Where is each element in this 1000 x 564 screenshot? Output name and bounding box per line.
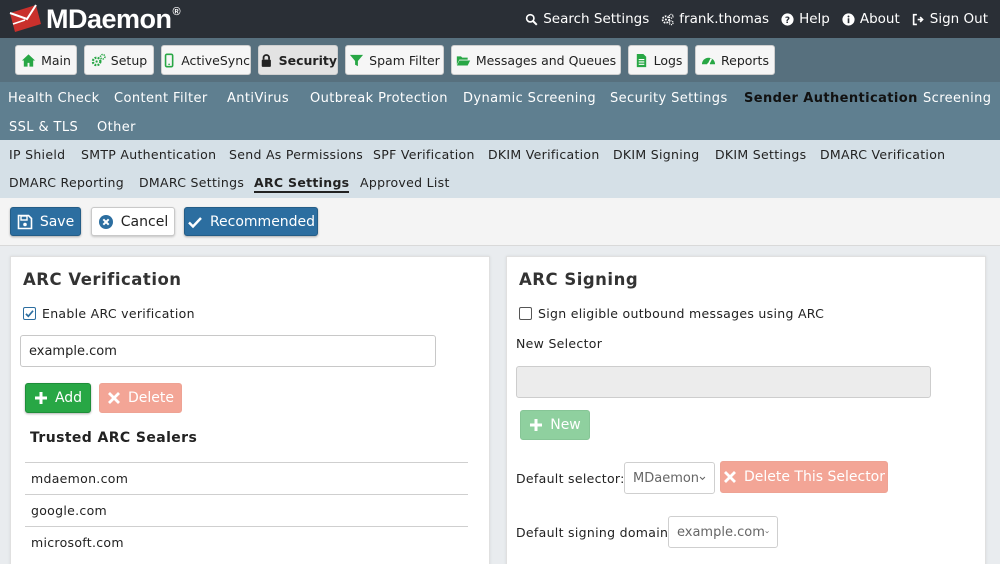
sender-auth-nav: IP Shield SMTP Authentication Send As Pe… <box>0 140 1000 198</box>
tab-dmarc-reporting[interactable]: DMARC Reporting <box>9 175 124 190</box>
recommended-button[interactable]: Recommended <box>184 207 318 236</box>
sign-out-link[interactable]: Sign Out <box>912 11 988 27</box>
new-selector-label: New Selector <box>516 336 603 351</box>
toolbar: Save Cancel Recommended <box>0 198 1000 246</box>
list-item[interactable]: microsoft.com <box>25 526 468 558</box>
tab-health-check[interactable]: Health Check <box>8 91 100 106</box>
list-item[interactable]: google.com <box>25 494 468 526</box>
top-bar: MDaemon® Search Settings frank.thomas ? … <box>0 0 1000 38</box>
tab-dkim-settings[interactable]: DKIM Settings <box>715 147 806 162</box>
chevron-down-icon <box>765 531 769 534</box>
cancel-button[interactable]: Cancel <box>91 207 175 236</box>
default-signing-domain-select[interactable]: example.com <box>668 516 778 548</box>
tab-smtp-authentication[interactable]: SMTP Authentication <box>81 147 216 162</box>
tab-antivirus[interactable]: AntiVirus <box>227 91 289 106</box>
enable-arc-verification-row[interactable]: Enable ARC verification <box>23 306 195 321</box>
chevron-down-icon <box>699 476 706 481</box>
filter-icon <box>350 54 364 66</box>
home-icon <box>22 53 36 67</box>
arc-sealer-domain-input[interactable] <box>20 335 436 367</box>
tab-dkim-signing[interactable]: DKIM Signing <box>613 147 699 162</box>
envelope-logo-icon <box>9 4 41 32</box>
nav-messages-queues[interactable]: Messages and Queues <box>451 45 621 75</box>
tab-security-settings[interactable]: Security Settings <box>610 91 728 106</box>
mobile-icon <box>164 52 174 68</box>
cancel-circle-icon <box>98 214 113 229</box>
nav-spam-filter[interactable]: Spam Filter <box>345 45 444 75</box>
tab-ssl-tls[interactable]: SSL & TLS <box>9 120 78 135</box>
trusted-sealers-list: mdaemon.com google.com microsoft.com <box>25 462 468 558</box>
security-nav: Health Check Content Filter AntiVirus Ou… <box>0 82 1000 140</box>
delete-selector-button[interactable]: Delete This Selector <box>720 461 888 493</box>
user-gears-icon <box>661 13 674 25</box>
svg-text:?: ? <box>785 15 790 25</box>
folder-open-icon <box>456 55 470 65</box>
nav-logs[interactable]: Logs <box>628 45 688 75</box>
gears-icon <box>91 53 106 66</box>
tab-outbreak-protection[interactable]: Outbreak Protection <box>310 91 448 106</box>
add-sealer-button[interactable]: Add <box>25 383 91 413</box>
tab-sender-authentication[interactable]: Sender Authentication <box>744 91 918 106</box>
info-circle-icon <box>842 12 855 26</box>
arc-verification-panel: ARC Verification Enable ARC verification… <box>10 256 490 564</box>
question-circle-icon: ? <box>781 12 794 25</box>
list-item[interactable]: mdaemon.com <box>25 462 468 494</box>
about-link[interactable]: About <box>842 11 900 27</box>
tab-approved-list[interactable]: Approved List <box>360 175 450 190</box>
x-icon <box>108 392 120 404</box>
logo-text: MDaemon® <box>46 3 181 34</box>
tab-dmarc-settings[interactable]: DMARC Settings <box>139 175 244 190</box>
tab-dkim-verification[interactable]: DKIM Verification <box>488 147 600 162</box>
nav-activesync[interactable]: ActiveSync <box>161 45 251 75</box>
main-nav: Main Setup ActiveSync Security Spam Filt… <box>0 38 1000 82</box>
help-link[interactable]: ? Help <box>781 11 830 27</box>
default-selector-select[interactable]: MDaemon <box>624 462 715 494</box>
enable-arc-verification-label: Enable ARC verification <box>42 306 195 321</box>
search-settings-link[interactable]: Search Settings <box>525 11 649 27</box>
default-signing-domain-label: Default signing domain: <box>516 525 673 540</box>
arc-signing-title: ARC Signing <box>519 270 639 289</box>
nav-setup[interactable]: Setup <box>84 45 154 75</box>
file-text-icon <box>636 53 646 67</box>
check-icon <box>25 310 34 318</box>
tab-screening[interactable]: Screening <box>923 91 991 106</box>
lock-icon <box>261 53 271 67</box>
tab-dynamic-screening[interactable]: Dynamic Screening <box>463 91 596 106</box>
sign-outbound-label: Sign eligible outbound messages using AR… <box>538 306 825 321</box>
nav-main[interactable]: Main <box>15 45 77 75</box>
plus-icon <box>34 392 47 404</box>
dashboard-icon <box>701 57 716 66</box>
plus-icon <box>530 419 543 431</box>
tab-ip-shield[interactable]: IP Shield <box>9 147 65 162</box>
tab-other[interactable]: Other <box>97 120 136 135</box>
delete-sealer-button[interactable]: Delete <box>99 383 182 413</box>
nav-reports[interactable]: Reports <box>695 45 775 75</box>
new-selector-input[interactable] <box>516 366 931 398</box>
checkmark-icon <box>188 216 202 228</box>
arc-verification-title: ARC Verification <box>23 270 182 289</box>
tab-arc-settings[interactable]: ARC Settings <box>254 175 350 193</box>
nav-security[interactable]: Security <box>258 45 338 75</box>
tab-content-filter[interactable]: Content Filter <box>114 91 208 106</box>
arc-signing-panel: ARC Signing Sign eligible outbound messa… <box>506 256 986 564</box>
new-selector-button[interactable]: New <box>520 410 590 440</box>
floppy-disk-icon <box>17 214 33 229</box>
trusted-arc-sealers-title: Trusted ARC Sealers <box>30 430 198 446</box>
enable-arc-verification-checkbox[interactable] <box>23 307 36 320</box>
save-button[interactable]: Save <box>10 207 81 236</box>
search-icon <box>526 13 538 25</box>
default-selector-label: Default selector: <box>516 471 625 486</box>
tab-send-as-permissions[interactable]: Send As Permissions <box>229 147 363 162</box>
sign-outbound-checkbox[interactable] <box>519 307 532 320</box>
sign-out-icon <box>912 13 924 25</box>
tab-dmarc-verification[interactable]: DMARC Verification <box>820 147 945 162</box>
sign-outbound-row[interactable]: Sign eligible outbound messages using AR… <box>519 306 824 321</box>
x-icon <box>723 471 736 483</box>
user-account-link[interactable]: frank.thomas <box>661 11 769 27</box>
tab-spf-verification[interactable]: SPF Verification <box>373 147 475 162</box>
mdaemon-logo[interactable]: MDaemon® <box>8 3 181 35</box>
